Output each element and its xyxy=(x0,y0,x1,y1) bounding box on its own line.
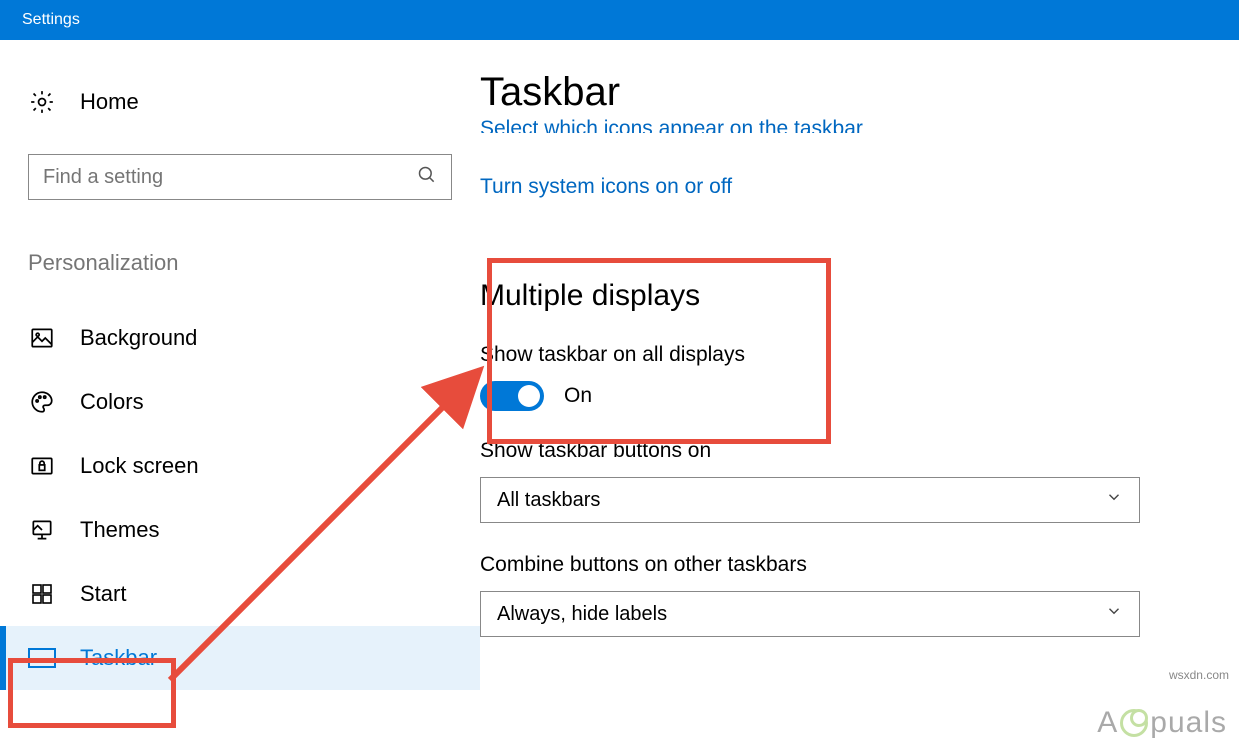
section-label: Personalization xyxy=(0,250,480,276)
sidebar-item-themes[interactable]: Themes xyxy=(0,498,480,562)
toggle-knob xyxy=(518,385,540,407)
lockscreen-icon xyxy=(28,452,56,480)
window-title: Settings xyxy=(22,11,80,29)
page-title: Taskbar xyxy=(480,70,1209,115)
chevron-down-icon xyxy=(1105,488,1123,512)
main-panel: Taskbar Select which icons appear on the… xyxy=(480,40,1239,752)
content-area: Home Personalization Background xyxy=(0,40,1239,752)
sidebar-item-label: Background xyxy=(80,325,197,351)
palette-icon xyxy=(28,388,56,416)
sidebar-item-lockscreen[interactable]: Lock screen xyxy=(0,434,480,498)
combine-label: Combine buttons on other taskbars xyxy=(480,553,1209,577)
sidebar-item-label: Themes xyxy=(80,517,159,543)
watermark-text-prefix: A xyxy=(1097,706,1118,740)
show-buttons-label: Show taskbar buttons on xyxy=(480,439,1209,463)
show-buttons-dropdown[interactable]: All taskbars xyxy=(480,477,1140,523)
link-select-icons[interactable]: Select which icons appear on the taskbar xyxy=(480,117,1209,133)
link-system-icons[interactable]: Turn system icons on or off xyxy=(480,175,732,199)
start-icon xyxy=(28,580,56,608)
search-box[interactable] xyxy=(28,154,452,200)
sidebar-item-start[interactable]: Start xyxy=(0,562,480,626)
search-input[interactable] xyxy=(43,166,417,189)
toggle-state-label: On xyxy=(564,384,592,408)
themes-icon xyxy=(28,516,56,544)
show-all-displays-toggle-row: On xyxy=(480,381,1209,411)
sidebar-item-taskbar[interactable]: Taskbar xyxy=(0,626,480,690)
dropdown-value: Always, hide labels xyxy=(497,603,667,626)
sidebar-item-label: Taskbar xyxy=(80,645,157,671)
sidebar-home[interactable]: Home xyxy=(0,80,480,124)
search-icon xyxy=(417,165,437,190)
dropdown-value: All taskbars xyxy=(497,489,600,512)
sidebar-item-label: Lock screen xyxy=(80,453,199,479)
window-titlebar: Settings xyxy=(0,0,1239,40)
sidebar-item-label: Colors xyxy=(80,389,144,415)
chevron-down-icon xyxy=(1105,602,1123,626)
home-label: Home xyxy=(80,89,139,115)
sidebar-item-colors[interactable]: Colors xyxy=(0,370,480,434)
sidebar-item-label: Start xyxy=(80,581,126,607)
show-all-displays-label: Show taskbar on all displays xyxy=(480,343,1209,367)
section-multiple-displays: Multiple displays xyxy=(480,279,1209,313)
show-all-displays-toggle[interactable] xyxy=(480,381,544,411)
sidebar-item-background[interactable]: Background xyxy=(0,306,480,370)
watermark-logo-icon xyxy=(1120,709,1148,737)
watermark-text-suffix: puals xyxy=(1150,706,1227,740)
taskbar-icon xyxy=(28,644,56,672)
combine-dropdown[interactable]: Always, hide labels xyxy=(480,591,1140,637)
sidebar: Home Personalization Background xyxy=(0,40,480,752)
source-url-note: wsxdn.com xyxy=(1169,668,1229,682)
picture-icon xyxy=(28,324,56,352)
watermark: A puals xyxy=(1097,706,1227,740)
gear-icon xyxy=(28,88,56,116)
